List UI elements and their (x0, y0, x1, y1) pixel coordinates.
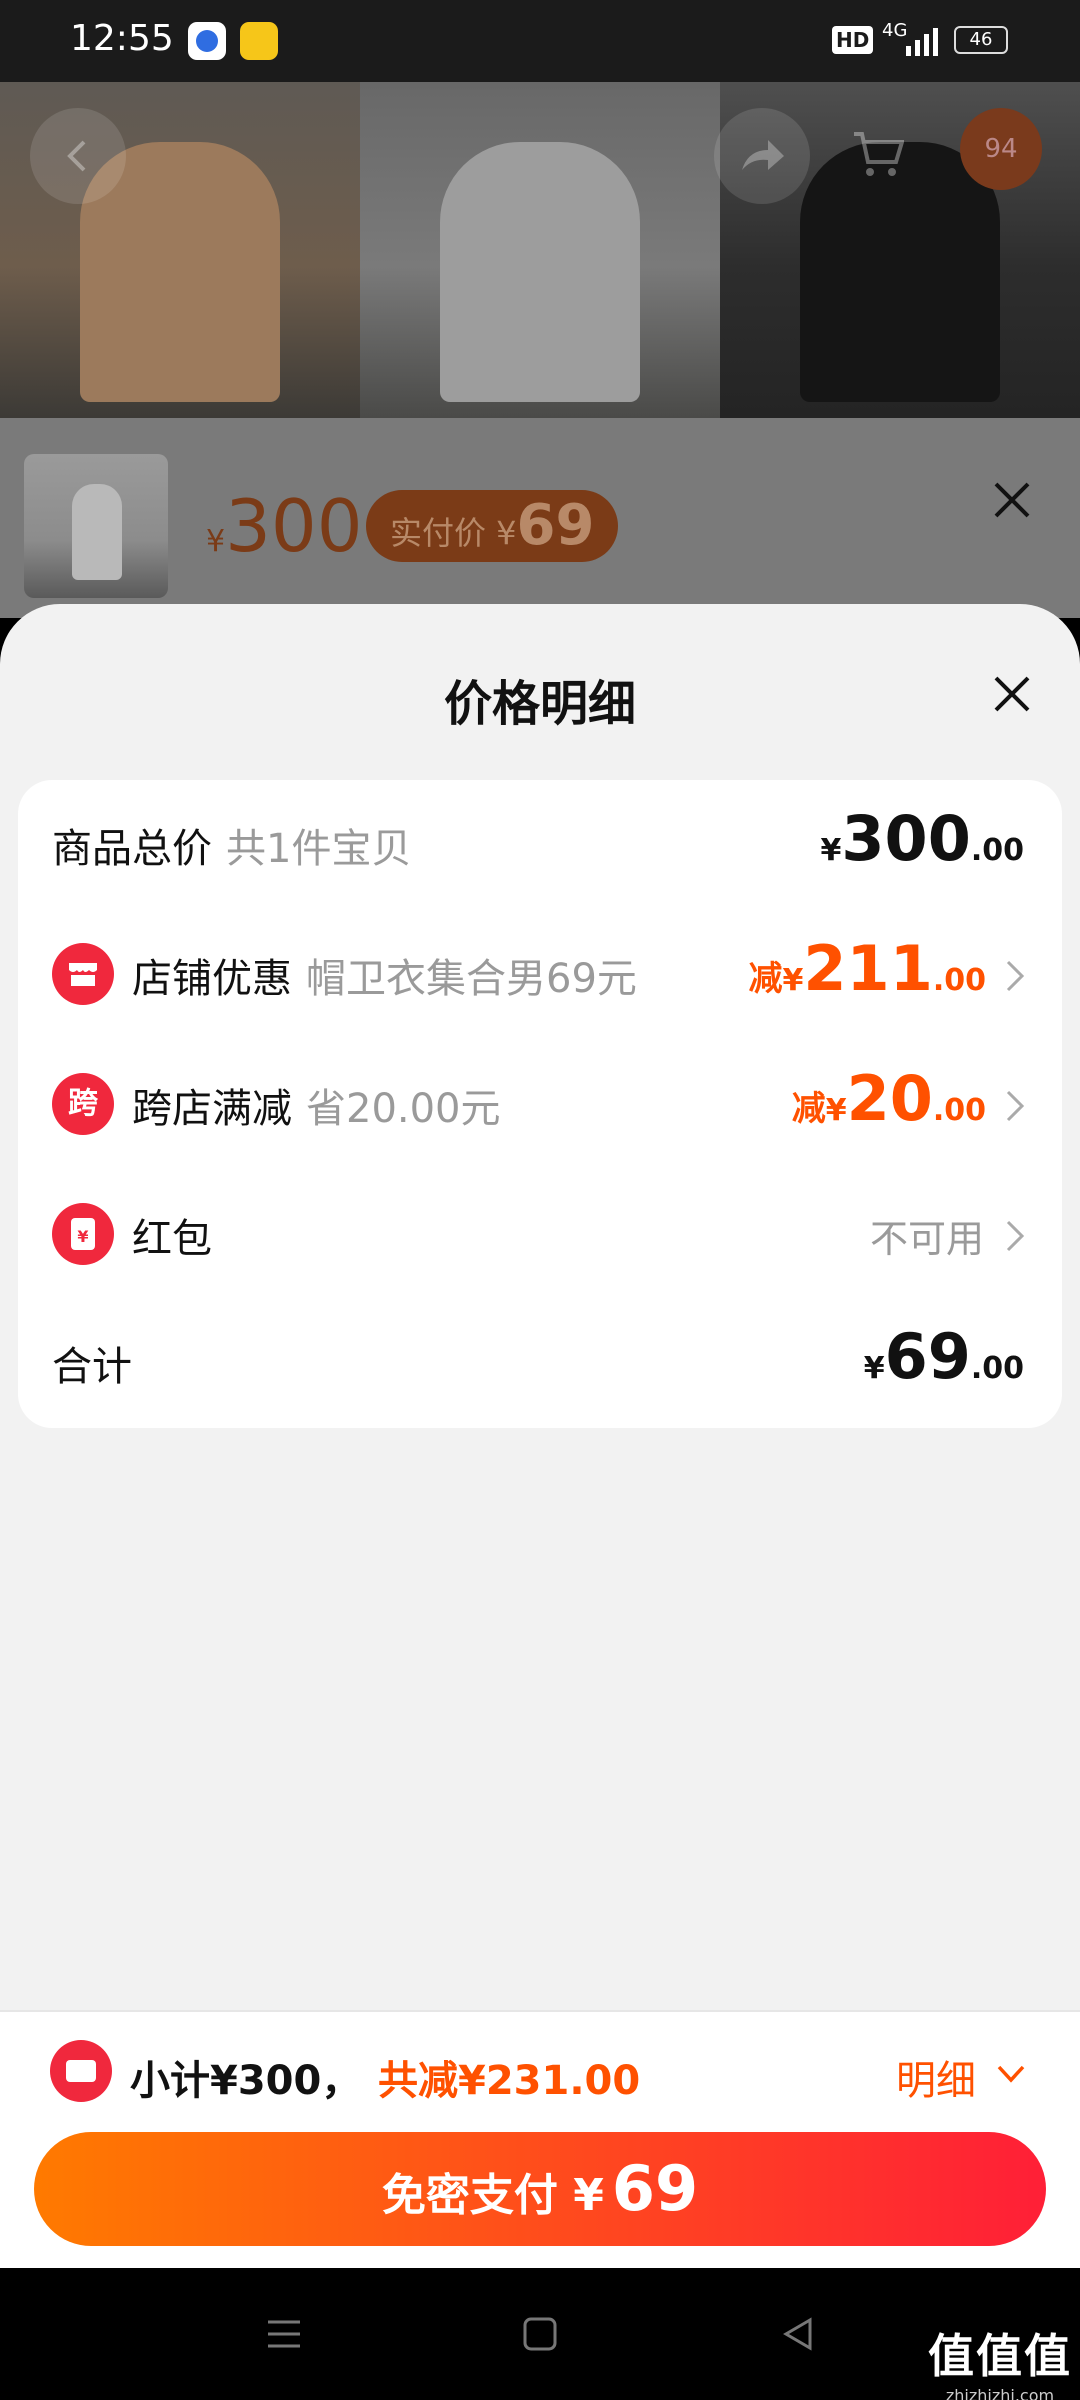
sum-row: 合计 ¥69.00 (18, 1298, 1062, 1428)
chevron-right-icon (1006, 1090, 1025, 1122)
chevron-down-icon[interactable] (996, 2062, 1026, 2086)
chevron-right-icon (1006, 960, 1025, 992)
back-icon[interactable] (776, 2312, 820, 2356)
back-button[interactable] (30, 108, 126, 204)
red-packet-status: 不可用 (869, 1217, 984, 1261)
password-free-pay-button[interactable]: 免密支付 ¥69 (34, 2132, 1046, 2246)
subtotal-text: 小计¥300， (130, 2058, 362, 2104)
signal-icon (906, 28, 938, 56)
coupon-ticket-icon (50, 2040, 112, 2102)
hd-indicator: HD (832, 26, 874, 54)
cross-store-discount-row[interactable]: 跨 跨店满减 省20.00元 减¥20.00 (18, 1040, 1062, 1170)
menu-icon[interactable] (262, 2312, 306, 2356)
original-price: ¥300 (206, 484, 363, 568)
shop-discount-row[interactable]: 店铺优惠 帽卫衣集合男69元 减¥211.00 (18, 910, 1062, 1040)
cross-store-label: 跨店满减 (132, 1086, 292, 1132)
sum-amount: ¥69.00 (863, 1320, 1024, 1393)
total-price-row: 商品总价 共1件宝贝 ¥300.00 (18, 780, 1062, 910)
cross-store-desc: 省20.00元 (306, 1086, 501, 1132)
watermark-logo: 值值值 (928, 2329, 1072, 2383)
total-price-amount: ¥300.00 (820, 802, 1024, 875)
cross-store-amount: 减¥20.00 (791, 1062, 986, 1135)
product-photo-2 (360, 82, 720, 418)
product-thumbnail (24, 454, 168, 598)
shop-discount-desc: 帽卫衣集合男69元 (306, 956, 637, 1002)
share-icon (742, 140, 784, 170)
system-nav-bar (0, 2268, 1080, 2400)
product-summary-bar: ¥300 实付价 ¥69 (0, 418, 1080, 618)
cart-icon (854, 132, 905, 176)
cart-button[interactable] (830, 108, 926, 204)
red-packet-icon: ¥ (52, 1203, 114, 1265)
item-count: 共1件宝贝 (226, 826, 412, 872)
chevron-right-icon (1006, 1220, 1025, 1252)
shop-icon (52, 943, 114, 1005)
status-bar: 12:55 HD 4G 46 (0, 0, 1080, 82)
watermark-url: zhizhizhi.com (945, 2386, 1055, 2400)
baidu-app-icon (188, 22, 226, 60)
share-button[interactable] (714, 108, 810, 204)
cross-store-icon: 跨 (52, 1073, 114, 1135)
product-gallery[interactable]: 94 (0, 82, 1080, 418)
shop-discount-amount: 减¥211.00 (748, 932, 986, 1005)
home-icon[interactable] (518, 2312, 562, 2356)
svg-text:¥: ¥ (77, 1227, 88, 1246)
site-watermark: 值值值 zhizhizhi.com (928, 2320, 1072, 2400)
checkout-footer: 小计¥300， 共减¥231.00 明细 免密支付 ¥69 (0, 2010, 1080, 2268)
status-time: 12:55 (70, 18, 174, 59)
price-breakdown-card: 商品总价 共1件宝贝 ¥300.00 店铺优惠 帽卫衣集合男69元 减¥211.00… (18, 780, 1062, 1428)
sum-label: 合计 (52, 1344, 132, 1390)
red-packet-row[interactable]: ¥ 红包 不可用 (18, 1170, 1062, 1300)
detail-toggle[interactable]: 明细 (896, 2048, 976, 2106)
total-price-label: 商品总价 (52, 826, 212, 872)
red-packet-label: 红包 (132, 1216, 212, 1262)
close-icon[interactable] (990, 672, 1034, 716)
close-icon[interactable] (990, 478, 1034, 522)
back-arrow-icon (67, 140, 86, 172)
paid-price-pill: 实付价 ¥69 (366, 490, 619, 562)
battery-icon: 46 (954, 26, 1008, 54)
sheet-title: 价格明细 (443, 676, 636, 732)
cart-count-badge: 94 (960, 108, 1042, 190)
total-saved-text: 共减¥231.00 (378, 2058, 641, 2104)
notes-app-icon (240, 22, 278, 60)
shop-discount-label: 店铺优惠 (132, 956, 292, 1002)
